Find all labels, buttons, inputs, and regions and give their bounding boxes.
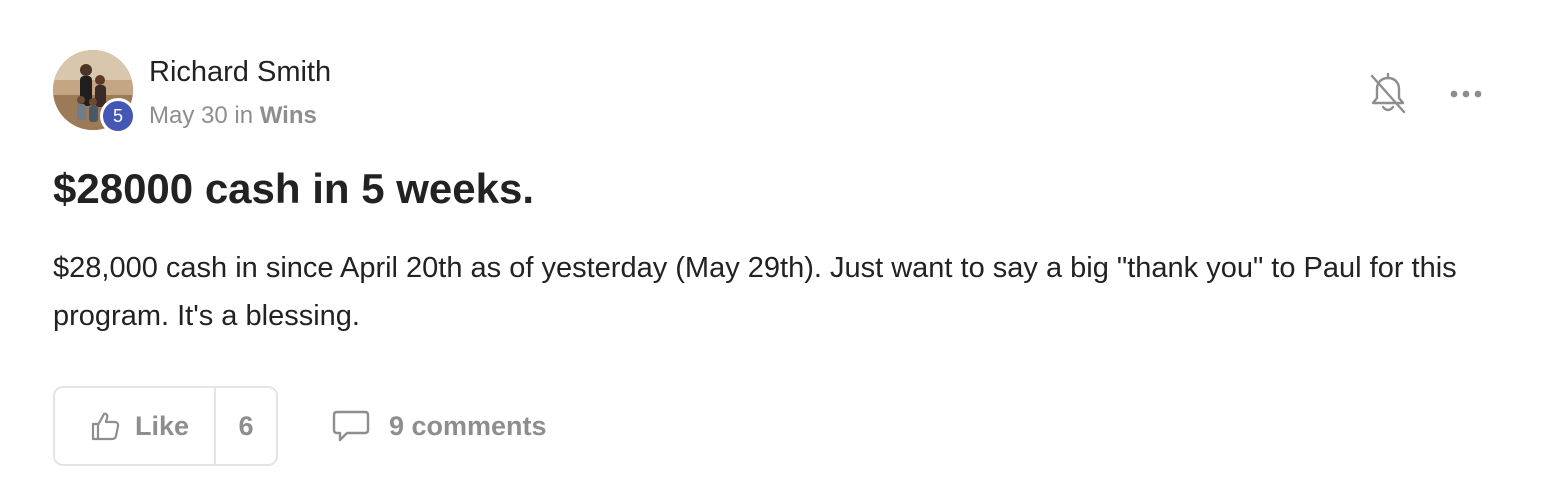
level-badge: 5 (100, 98, 136, 134)
comments-button[interactable]: 9 comments (331, 404, 547, 448)
more-horizontal-icon (1450, 90, 1482, 98)
comments-label: 9 comments (389, 410, 547, 441)
post-meta: May 30 in Wins (149, 102, 317, 130)
like-label: Like (135, 410, 190, 441)
post-title[interactable]: $28000 cash in 5 weeks. (53, 165, 534, 213)
comment-bubble-icon (332, 410, 370, 442)
like-control: Like 6 (53, 386, 278, 466)
notifications-toggle-button[interactable] (1368, 72, 1408, 116)
thumbs-up-icon (91, 412, 120, 441)
post-card: 5 Richard Smith May 30 in Wins $28000 ca… (0, 0, 1544, 486)
bell-off-icon (1370, 72, 1406, 114)
post-body: $28,000 cash in since April 20th as of y… (53, 252, 1457, 332)
post-date[interactable]: May 30 (149, 102, 228, 129)
meta-in-text: in (234, 102, 254, 129)
like-button[interactable]: Like (55, 388, 216, 464)
post-category[interactable]: Wins (260, 102, 317, 129)
author-avatar-container[interactable]: 5 (53, 50, 136, 134)
more-options-button[interactable] (1446, 80, 1486, 108)
like-count[interactable]: 6 (216, 411, 276, 442)
author-name[interactable]: Richard Smith (149, 56, 331, 89)
